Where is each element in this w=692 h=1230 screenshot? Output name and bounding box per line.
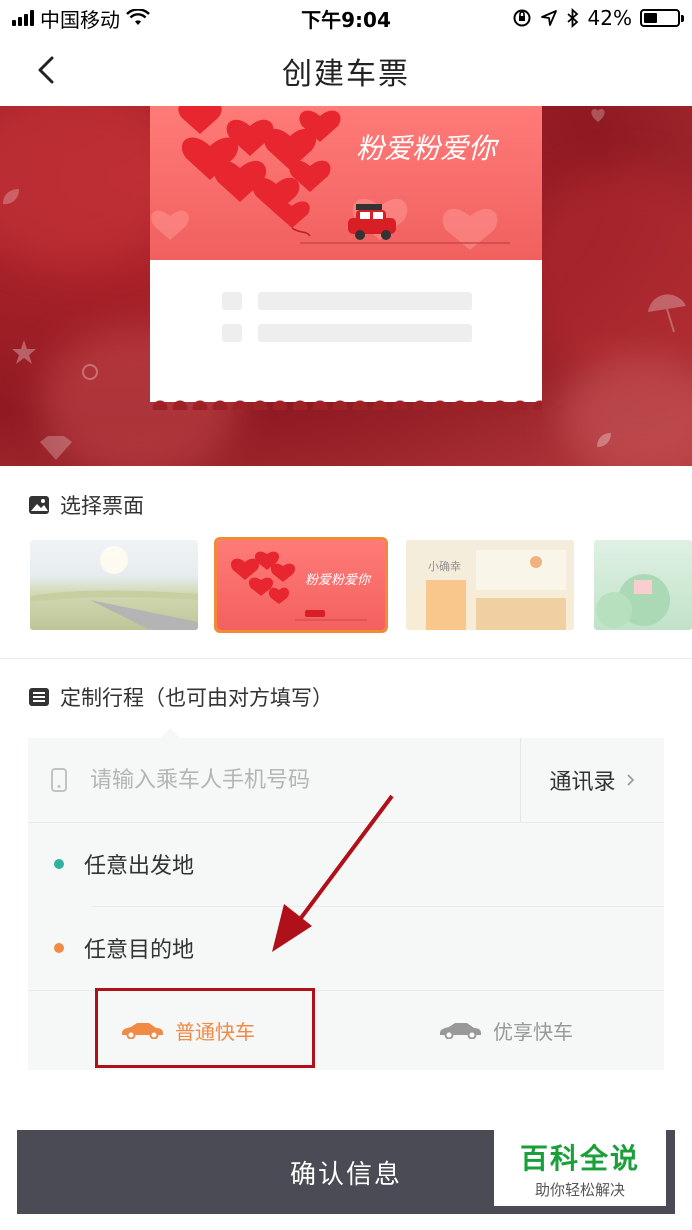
destination-row[interactable]: 任意目的地 <box>28 906 664 990</box>
status-right: 42% <box>440 6 684 30</box>
hearts-illustration: 粉爱粉爱你 <box>230 551 372 621</box>
ticket-card: 粉爱粉爱你 <box>150 106 542 410</box>
confirm-label: 确认信息 <box>289 1159 402 1190</box>
phone-input[interactable] <box>90 767 510 793</box>
leaf-decoration-icon <box>597 433 611 447</box>
bluetooth-icon <box>566 8 578 28</box>
contacts-label: 通讯录 <box>549 770 616 795</box>
car-type-label: 优享快车 <box>493 1019 573 1044</box>
section-title: 定制行程（也可由对方填写） <box>60 686 333 710</box>
star-decoration-icon <box>12 340 36 364</box>
watermark-logo: 百科全说 助你轻松解决 <box>494 1130 666 1206</box>
page-title: 创建车票 <box>282 57 410 92</box>
circle-decoration-icon <box>82 364 98 380</box>
nav-bar: 创建车票 <box>0 36 692 106</box>
itinerary-header: 定制行程（也可由对方填写） <box>28 682 333 712</box>
umbrella-decoration-icon <box>648 294 686 333</box>
watermark-subtitle: 助你轻松解决 <box>534 1180 625 1199</box>
leaf-decoration-icon <box>3 189 19 205</box>
annotation-highlight-box <box>95 988 315 1068</box>
hearts-illustration: 粉爱粉爱你 <box>151 106 510 250</box>
placeholder-line <box>258 292 472 310</box>
heart-decoration-icon <box>591 108 605 122</box>
ticket-face-option-road[interactable] <box>30 540 198 630</box>
placeholder-line <box>222 292 242 310</box>
status-left: 中国移动 <box>12 4 252 33</box>
chevron-right-icon <box>626 774 634 786</box>
phone-icon <box>51 768 67 792</box>
ticket-face-option-cafe[interactable]: 小确幸 <box>406 540 574 630</box>
placeholder-line <box>258 324 472 342</box>
status-bar: 中国移动 下午9:04 42% <box>0 0 692 36</box>
battery-icon <box>640 9 684 27</box>
ticket-perforation <box>150 394 542 410</box>
wifi-icon <box>126 9 150 25</box>
contacts-button[interactable]: 通讯录 <box>520 738 664 822</box>
destination-dot-icon <box>54 943 64 953</box>
diamond-decoration-icon <box>40 436 72 460</box>
thumb-caption: 粉爱粉爱你 <box>305 573 372 588</box>
ticket-banner: 粉爱粉爱你 <box>150 106 542 260</box>
image-icon <box>29 496 49 514</box>
placeholder-line <box>222 324 242 342</box>
watermark-title: 百科全说 <box>519 1141 640 1175</box>
departure-row[interactable]: 任意出发地 <box>28 822 664 906</box>
destination-label: 任意目的地 <box>84 938 195 963</box>
ticket-face-option-hearts[interactable]: 粉爱粉爱你 <box>214 537 388 633</box>
section-title: 选择票面 <box>60 494 144 518</box>
banner-text: 粉爱粉爱你 <box>356 132 500 165</box>
status-time: 下午9:04 <box>301 7 391 32</box>
signal-icon <box>12 10 34 26</box>
departure-label: 任意出发地 <box>84 854 195 879</box>
back-button[interactable] <box>26 50 66 90</box>
chevron-left-icon <box>38 56 54 84</box>
phone-row: 通讯录 <box>28 738 664 822</box>
ticket-preview: 粉爱粉爱你 <box>0 106 692 466</box>
carrier-name: 中国移动 <box>40 7 120 32</box>
section-divider <box>0 658 692 659</box>
ticket-face-option-garden[interactable] <box>594 540 692 630</box>
ticket-face-header: 选择票面 <box>28 490 144 520</box>
ticket-face-list: 粉爱粉爱你 小确幸 <box>0 536 692 636</box>
car-type-premium[interactable]: 优享快车 <box>346 990 664 1070</box>
orientation-lock-icon <box>513 9 531 27</box>
battery-percent: 42% <box>587 6 632 30</box>
car-icon <box>440 1023 481 1039</box>
list-icon <box>29 688 49 706</box>
location-arrow-icon <box>540 10 557 26</box>
departure-dot-icon <box>54 859 64 869</box>
